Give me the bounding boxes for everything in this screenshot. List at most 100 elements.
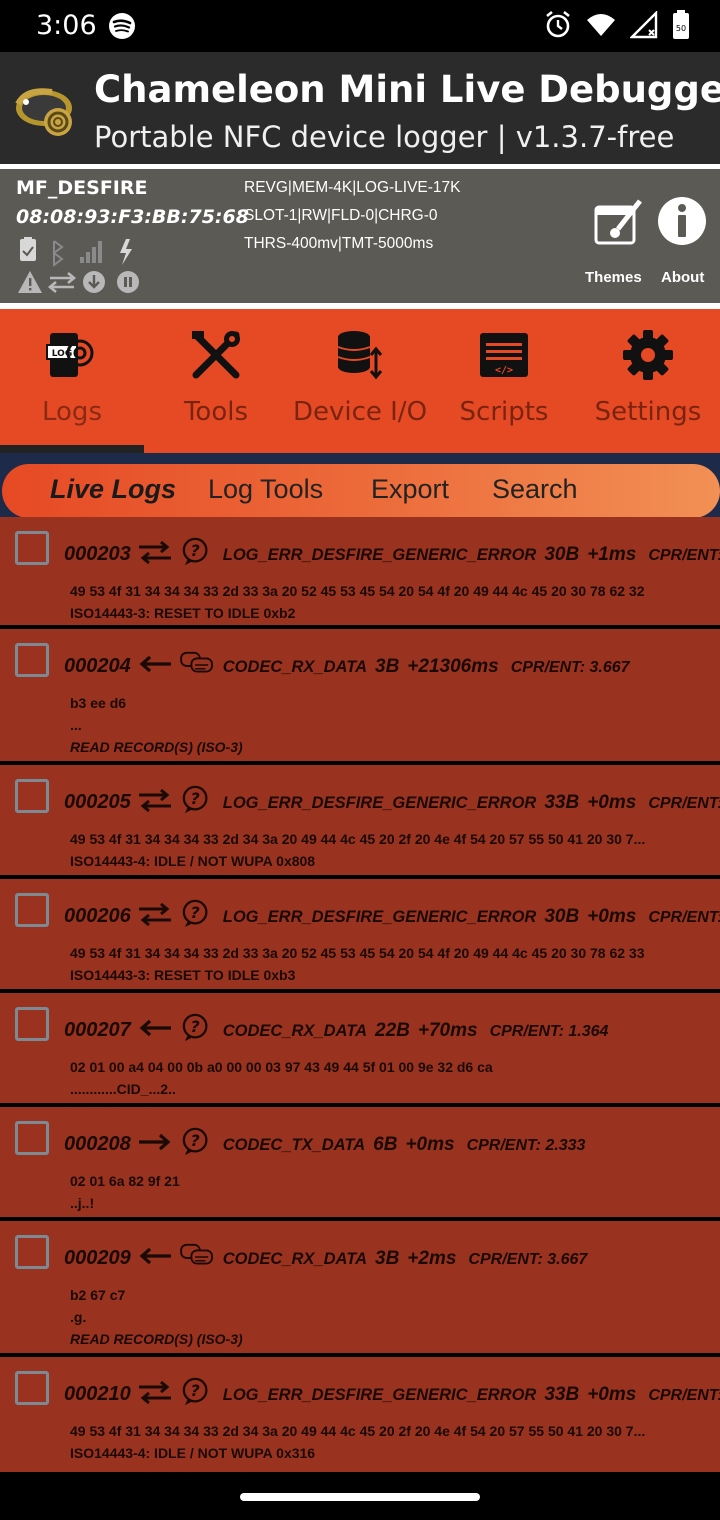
log-entry-hex-data: 02 01 00 a4 04 00 0b a0 00 00 03 97 43 4…	[70, 1059, 493, 1075]
log-select-checkbox[interactable]	[15, 779, 49, 813]
direction-left-arrow-icon	[139, 1019, 171, 1037]
home-gesture-handle[interactable]	[240, 1493, 480, 1501]
log-entry-header: 000207? CODEC_RX_DATA 22B +70ms CPR/ENT: 1.3…	[64, 1013, 608, 1043]
subtab-search[interactable]: Search	[492, 474, 578, 505]
battery-icon: 50	[673, 10, 689, 39]
script-window-icon: </>	[480, 333, 528, 377]
log-entry-entropy: CPR/ENT:...	[648, 1387, 720, 1404]
log-select-checkbox[interactable]	[15, 1007, 49, 1041]
tab-settings[interactable]: Settings	[576, 309, 720, 453]
log-entry-bytes: 6B	[373, 1134, 398, 1155]
subtab-live-logs[interactable]: Live Logs	[50, 474, 176, 505]
log-select-checkbox[interactable]	[15, 531, 49, 565]
log-entry-header: 000206? LOG_ERR_DESFIRE_GENERIC_ERROR 30B +…	[64, 899, 720, 929]
charging-bolt-icon	[120, 239, 132, 265]
log-entry-ascii: ..j..!	[70, 1195, 95, 1211]
log-entry-row[interactable]: 000209 CODEC_RX_DATA 3B +2ms CPR/ENT: 3.667 b…	[0, 1221, 720, 1357]
direction-bidirectional-arrow-icon	[138, 540, 171, 564]
question-bubble-icon: ?	[182, 785, 208, 814]
tab-logs[interactable]: LOG Logs	[0, 309, 144, 453]
log-entry-command: LOG_ERR_DESFIRE_GENERIC_ERROR	[222, 1386, 537, 1404]
direction-right-arrow-icon	[138, 1133, 171, 1151]
log-entry-bytes: 30B	[544, 906, 580, 927]
log-entry-number: 000205	[64, 791, 131, 813]
log-entry-row[interactable]: 000204 CODEC_RX_DATA 3B +21306ms CPR/ENT: 3.…	[0, 629, 720, 765]
log-entry-row[interactable]: 000210? LOG_ERR_DESFIRE_GENERIC_ERROR 33B +…	[0, 1357, 720, 1472]
svg-text:?: ?	[190, 541, 199, 560]
chameleon-logo-icon	[15, 88, 72, 136]
main-nav-tabs: LOG Logs Tools Device I/O </> Scripts Se…	[0, 309, 720, 453]
transfer-icon	[47, 272, 77, 293]
log-entry-command: CODEC_RX_DATA	[222, 1022, 367, 1040]
tools-icon	[192, 331, 240, 379]
log-entry-header: 000208? CODEC_TX_DATA 6B +0ms CPR/ENT: 2.333	[64, 1127, 585, 1157]
log-select-checkbox[interactable]	[15, 1371, 49, 1405]
log-entry-number: 000203	[64, 543, 131, 565]
warning-icon	[18, 271, 42, 293]
divider	[0, 453, 720, 460]
themes-button[interactable]: Themes	[585, 269, 642, 286]
log-select-checkbox[interactable]	[15, 643, 49, 677]
device-status-icons	[18, 237, 139, 293]
signal-strength-icon	[80, 241, 102, 263]
log-entry-row[interactable]: 000208? CODEC_TX_DATA 6B +0ms CPR/ENT: 2.333…	[0, 1107, 720, 1221]
subtab-log-tools[interactable]: Log Tools	[208, 474, 323, 505]
log-entry-ascii: .g.	[70, 1309, 87, 1325]
log-list[interactable]: 000203? LOG_ERR_DESFIRE_GENERIC_ERROR 30B +…	[0, 517, 720, 1472]
bluetooth-icon	[52, 240, 64, 267]
svg-text:</>: </>	[495, 365, 513, 376]
usb-connected-icon	[20, 237, 36, 261]
tab-label: Device I/O	[292, 397, 428, 427]
log-entry-hex-data: 02 01 6a 82 9f 21	[70, 1173, 180, 1189]
log-entry-command: LOG_ERR_DESFIRE_GENERIC_ERROR	[222, 908, 537, 926]
log-entry-entropy: CPR/ENT:...	[648, 547, 720, 564]
log-entry-header: 000204 CODEC_RX_DATA 3B +21306ms CPR/ENT: 3.…	[64, 649, 630, 679]
svg-text:?: ?	[190, 1017, 199, 1036]
clock: 3:06	[36, 10, 97, 41]
log-entry-annotation: READ RECORD(S) (ISO-3)	[70, 1331, 243, 1347]
wifi-icon	[587, 14, 615, 36]
tab-label: Tools	[183, 397, 249, 427]
log-select-checkbox[interactable]	[15, 893, 49, 927]
log-entry-row[interactable]: 000206? LOG_ERR_DESFIRE_GENERIC_ERROR 30B +…	[0, 879, 720, 993]
log-entry-bytes: 33B	[544, 1384, 580, 1405]
log-entry-entropy: CPR/ENT:...	[648, 909, 720, 926]
log-entry-annotation: READ RECORD(S) (ISO-3)	[70, 739, 243, 755]
log-select-checkbox[interactable]	[15, 1235, 49, 1269]
svg-text:?: ?	[190, 1131, 199, 1150]
log-select-checkbox[interactable]	[15, 1121, 49, 1155]
app-title: Chameleon Mini Live Debugger	[94, 68, 720, 111]
log-entry-time-delta: +1ms	[587, 544, 637, 565]
spotify-icon	[109, 13, 135, 39]
about-button[interactable]: About	[661, 269, 704, 286]
direction-left-arrow-icon	[139, 1247, 171, 1265]
log-entry-annotation: ISO14443-3: RESET TO IDLE 0xb2	[70, 605, 296, 621]
log-entry-hex-data: 49 53 4f 31 34 34 34 33 2d 33 3a 20 52 4…	[70, 945, 645, 961]
log-entry-row[interactable]: 000207? CODEC_RX_DATA 22B +70ms CPR/ENT: 1.3…	[0, 993, 720, 1107]
question-bubble-icon: ?	[182, 1127, 208, 1156]
subtab-export[interactable]: Export	[371, 474, 449, 505]
log-entry-command: LOG_ERR_DESFIRE_GENERIC_ERROR	[222, 546, 537, 564]
log-entry-number: 000210	[64, 1383, 131, 1405]
direction-bidirectional-arrow-icon	[138, 788, 171, 812]
tab-tools[interactable]: Tools	[144, 309, 288, 453]
download-icon	[83, 271, 105, 293]
status-bar: 3:06 50	[0, 0, 720, 52]
log-entry-entropy: CPR/ENT: 3.667	[510, 659, 630, 676]
log-entry-hex-data: 49 53 4f 31 34 34 34 33 2d 34 3a 20 49 4…	[70, 831, 646, 847]
log-entry-time-delta: +2ms	[407, 1248, 457, 1269]
tab-label: Settings	[594, 397, 702, 427]
tab-device-io[interactable]: Device I/O	[288, 309, 432, 453]
log-entry-row[interactable]: 000203? LOG_ERR_DESFIRE_GENERIC_ERROR 30B +…	[0, 517, 720, 629]
info-icon[interactable]	[652, 195, 712, 247]
log-entry-hex-data: b3 ee d6	[70, 695, 127, 711]
log-entry-row[interactable]: 000205? LOG_ERR_DESFIRE_GENERIC_ERROR 33B +…	[0, 765, 720, 879]
alarm-icon	[546, 10, 570, 38]
tab-scripts[interactable]: </> Scripts	[432, 309, 576, 453]
log-entry-time-delta: +0ms	[587, 1384, 637, 1405]
themes-icon[interactable]	[584, 199, 648, 249]
log-entry-entropy: CPR/ENT: 3.667	[468, 1251, 588, 1268]
svg-text:?: ?	[190, 903, 199, 922]
svg-text:?: ?	[190, 1381, 199, 1400]
app-header: Chameleon Mini Live Debugger Portable NF…	[0, 52, 720, 164]
